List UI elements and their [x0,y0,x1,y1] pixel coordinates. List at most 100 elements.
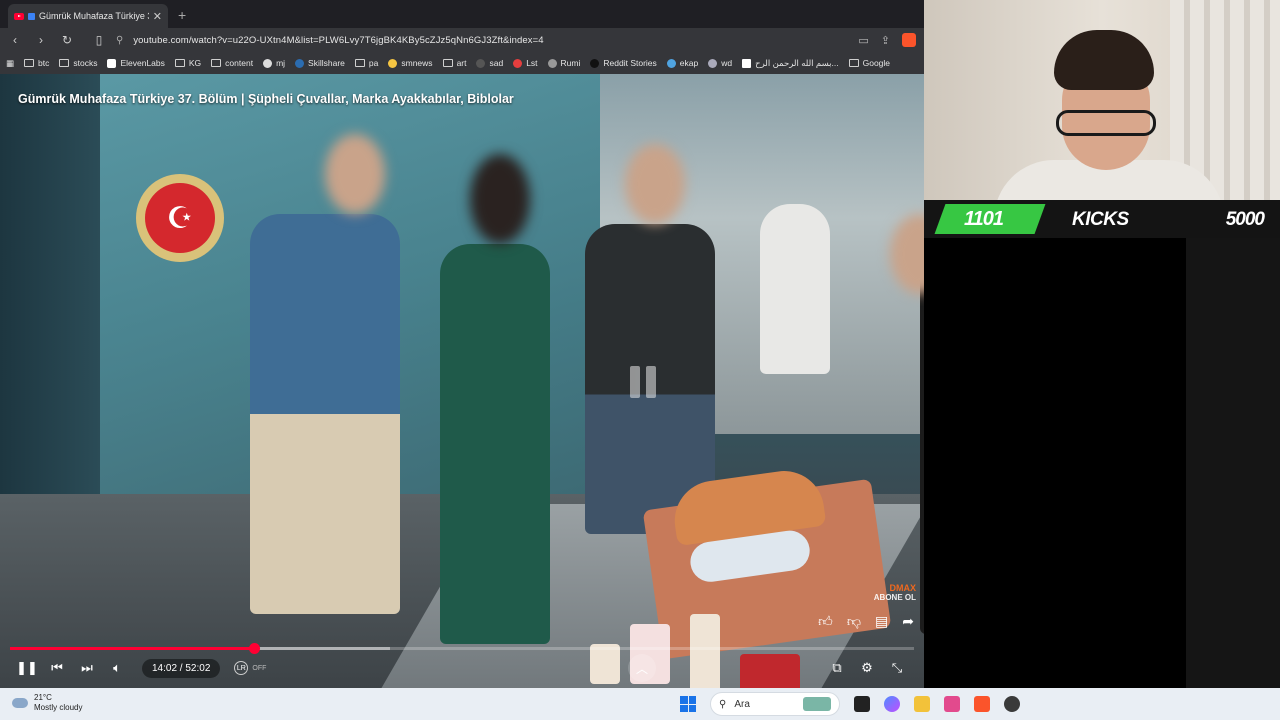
brave-browser-icon[interactable] [974,696,990,712]
search-highlight-icon [803,697,831,711]
scrubber-handle[interactable] [249,643,261,654]
site-info-icon[interactable]: ⚲ [116,35,123,46]
stream-background [1186,238,1280,688]
bookmark-label: Google [862,58,891,68]
reload-icon[interactable]: ↻ [60,33,74,47]
bookmark-item[interactable]: art [442,58,467,68]
bookmark-item[interactable]: mj [263,58,285,68]
bookmark-item[interactable]: ElevenLabs [107,58,165,68]
taskbar: 21°C Mostly cloudy ⚲ Ara [0,688,1280,720]
blurred-face [470,154,530,244]
weather-widget[interactable]: 21°C Mostly cloudy [12,693,82,713]
bookmark-item[interactable]: sad [476,58,503,68]
progress-bar[interactable] [10,643,914,654]
snipping-tool-icon[interactable] [944,696,960,712]
obs-icon[interactable] [1004,696,1020,712]
github-icon [263,58,273,68]
video-player[interactable]: ☪ Gümrük Muhafaza Türkiye 37. Bölüm | Şü… [0,74,924,688]
brave-shield-icon[interactable] [902,33,916,47]
bookmark-item[interactable]: Rumi [547,58,580,68]
webcam-feed [924,0,1280,200]
bookmark-item[interactable]: بسم الله الرحمن الرح... [742,58,839,69]
bookmark-label: ElevenLabs [120,58,165,68]
windows-start-icon[interactable] [680,696,696,712]
watermark-brand: DMAX [889,583,917,593]
kicks-count: 1101 [964,208,1004,230]
person-figure [250,214,400,614]
ekap-icon [666,58,676,68]
folder-icon [59,59,70,67]
volume-button[interactable]: 🔈︎ [102,656,132,680]
copilot-icon[interactable] [884,696,900,712]
folder-icon [848,59,859,67]
next-button[interactable]: ⏭︎ [72,656,102,680]
cast-icon[interactable]: ▭ [858,34,868,47]
bookmark-item[interactable]: stocks [59,58,97,68]
folder-icon [211,59,222,67]
pause-button[interactable]: ❚❚ [12,656,42,680]
bookmark-icon[interactable]: ▯ [92,33,106,47]
bookmark-item[interactable]: wd [708,58,732,68]
streamer-glasses [1056,110,1156,136]
reddit-stories-icon [590,58,600,68]
bookmark-item[interactable]: KG [174,58,201,68]
like-icon[interactable]: 👍︎ [818,613,833,630]
task-view-icon[interactable] [854,696,870,712]
close-tab-icon[interactable]: ✕ [153,10,162,23]
bookmark-item[interactable]: pa [354,58,378,68]
language-reactor-toggle[interactable]: LR OFF [234,661,266,675]
video-title[interactable]: Gümrük Muhafaza Türkiye 37. Bölüm | Şüph… [18,92,514,106]
address-bar[interactable]: ▯ ⚲ youtube.com/watch?v=u22O-UXtn4M&list… [86,30,846,50]
comments-icon[interactable]: ▤ [875,613,888,630]
bookmark-label: ekap [679,58,699,68]
person-figure [440,244,550,644]
tab-title: Gümrük Muhafaza Türkiye 37 [39,11,149,21]
bookmark-label: mj [276,58,286,68]
exit-fullscreen-button[interactable]: ⤡ [882,656,912,680]
bookmark-label: btc [38,58,50,68]
bookmark-label: wd [721,58,733,68]
apps-icon[interactable]: ▦ [6,58,14,69]
skillshare-icon [295,58,305,68]
previous-button[interactable]: ⏮︎ [42,656,72,680]
bookmark-item[interactable]: ekap [666,58,699,68]
bookmark-item[interactable]: Reddit Stories [590,58,657,68]
back-icon[interactable]: ‹ [8,33,22,47]
screen: Gümrük Muhafaza Türkiye 37 ✕ + ‹ › ↻ ▯ ⚲… [0,0,1280,720]
time-display: 14:02 / 52:02 [142,658,221,678]
kicks-counter: 1101 KICKS 5000 [924,200,1280,238]
lst-icon [513,58,523,68]
bookmark-item[interactable]: Lst [513,58,538,68]
share-icon[interactable]: ⇪ [881,34,890,47]
weather-text: Mostly cloudy [34,703,83,712]
bookmark-label: Reddit Stories [603,58,657,68]
share-icon[interactable]: ➦ [902,613,914,630]
bookmark-item[interactable]: btc [24,58,49,68]
dislike-icon[interactable]: 👎︎ [847,613,861,630]
smnews-icon [388,58,398,68]
browser-tab[interactable]: Gümrük Muhafaza Türkiye 37 ✕ [8,4,168,28]
rumi-icon [547,58,557,68]
extension-icon [28,12,35,20]
person-figure [760,204,830,374]
folder-icon [442,59,453,67]
new-tab-button[interactable]: + [178,7,186,23]
bookmark-item[interactable]: content [211,58,253,68]
bookmarks-bar: ▦ btc stocks ElevenLabs KG content mj Sk… [0,52,924,74]
search-icon: ⚲ [719,698,727,710]
bookmark-label: stocks [73,58,98,68]
bookmark-item[interactable]: Skillshare [295,58,345,68]
bookmark-label: sad [489,58,504,68]
bookmark-label: Lst [526,58,538,68]
bookmark-item[interactable]: smnews [388,58,433,68]
forward-icon[interactable]: › [34,33,48,47]
bookmark-label: art [456,58,467,68]
chevron-up-icon[interactable]: ︿ [628,654,656,682]
bookmark-item[interactable]: Google [848,58,891,68]
elevenlabs-icon [107,58,117,68]
taskbar-search[interactable]: ⚲ Ara [710,692,840,716]
settings-button[interactable]: ⚙ [852,656,882,680]
file-explorer-icon[interactable] [914,696,930,712]
subtitles-button[interactable]: ⧉ [822,656,852,680]
customs-emblem: ☪ [136,174,224,262]
